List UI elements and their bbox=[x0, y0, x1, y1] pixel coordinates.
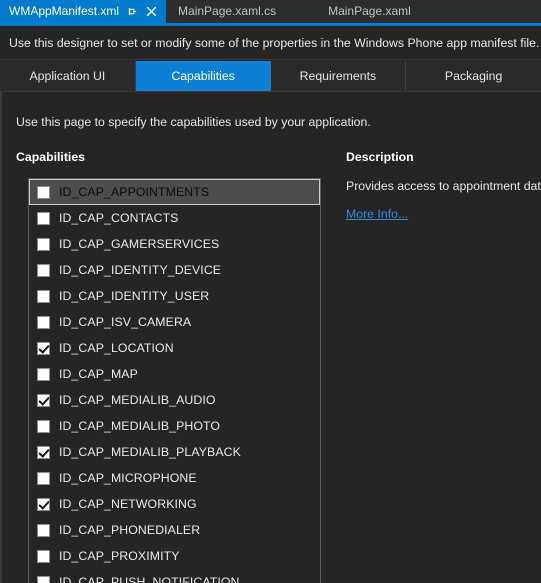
capability-checkbox[interactable] bbox=[37, 419, 50, 433]
capability-checkbox[interactable] bbox=[37, 367, 50, 381]
capability-label: ID_CAP_ISV_CAMERA bbox=[59, 315, 192, 329]
capability-checkbox[interactable] bbox=[37, 497, 50, 511]
capability-label: ID_CAP_MAP bbox=[59, 367, 138, 381]
capability-row[interactable]: ID_CAP_PUSH_NOTIFICATION bbox=[29, 569, 320, 583]
capability-row[interactable]: ID_CAP_MAP bbox=[29, 361, 320, 387]
capability-row[interactable]: ID_CAP_MEDIALIB_PHOTO bbox=[29, 413, 320, 439]
capability-label: ID_CAP_LOCATION bbox=[59, 341, 174, 355]
pin-icon[interactable] bbox=[126, 5, 139, 18]
designer-banner: Use this designer to set or modify some … bbox=[0, 26, 541, 59]
capability-row[interactable]: ID_CAP_MEDIALIB_PLAYBACK bbox=[29, 439, 320, 465]
capability-checkbox[interactable] bbox=[37, 211, 50, 225]
document-tab-wmappmanifest[interactable]: WMAppManifest.xml bbox=[0, 0, 167, 23]
tab-label: Application UI bbox=[29, 69, 106, 83]
capability-checkbox[interactable] bbox=[37, 471, 50, 485]
capability-checkbox[interactable] bbox=[37, 315, 50, 329]
document-tab-mainpage-xaml[interactable]: MainPage.xaml bbox=[316, 0, 419, 23]
capability-checkbox[interactable] bbox=[37, 393, 50, 407]
capability-row[interactable]: ID_CAP_APPOINTMENTS bbox=[29, 179, 320, 205]
banner-separator bbox=[0, 59, 541, 60]
capabilities-section-title: Capabilities bbox=[16, 150, 86, 164]
tab-application-ui[interactable]: Application UI bbox=[0, 61, 136, 91]
tab-label: Packaging bbox=[444, 69, 503, 83]
capability-label: ID_CAP_MICROPHONE bbox=[59, 471, 197, 485]
tab-requirements[interactable]: Requirements bbox=[271, 61, 407, 91]
description-section-title: Description bbox=[346, 150, 414, 164]
capability-label: ID_CAP_PUSH_NOTIFICATION bbox=[59, 575, 240, 583]
capability-label: ID_CAP_CONTACTS bbox=[59, 211, 179, 225]
capability-row[interactable]: ID_CAP_CONTACTS bbox=[29, 205, 320, 231]
capability-label: ID_CAP_IDENTITY_DEVICE bbox=[59, 263, 222, 277]
description-text: Provides access to appointment data. bbox=[346, 179, 541, 193]
capability-row[interactable]: ID_CAP_ISV_CAMERA bbox=[29, 309, 320, 335]
capability-label: ID_CAP_GAMERSERVICES bbox=[59, 237, 220, 251]
document-tab-actions bbox=[126, 5, 158, 18]
capability-label: ID_CAP_MEDIALIB_PLAYBACK bbox=[59, 445, 241, 459]
capability-row[interactable]: ID_CAP_PROXIMITY bbox=[29, 543, 320, 569]
capabilities-page: Use this page to specify the capabilitie… bbox=[0, 92, 541, 583]
capability-row[interactable]: ID_CAP_MEDIALIB_AUDIO bbox=[29, 387, 320, 413]
capability-checkbox[interactable] bbox=[37, 341, 50, 355]
manifest-designer-window: WMAppManifest.xml MainPage.xaml.cs MainP… bbox=[0, 0, 541, 583]
capability-row[interactable]: ID_CAP_IDENTITY_DEVICE bbox=[29, 257, 320, 283]
capability-row[interactable]: ID_CAP_PHONEDIALER bbox=[29, 517, 320, 543]
capability-checkbox[interactable] bbox=[37, 185, 50, 199]
capability-checkbox[interactable] bbox=[37, 523, 50, 537]
capabilities-listbox[interactable]: ID_CAP_APPOINTMENTS ID_CAP_CONTACTS ID_CAP… bbox=[28, 178, 321, 583]
tab-capabilities[interactable]: Capabilities bbox=[135, 61, 271, 91]
designer-banner-text: Use this designer to set or modify some … bbox=[9, 35, 540, 50]
capability-checkbox[interactable] bbox=[37, 549, 50, 563]
tab-packaging[interactable]: Packaging bbox=[406, 61, 541, 91]
page-instruction-text: Use this page to specify the capabilitie… bbox=[16, 115, 371, 129]
capability-row[interactable]: ID_CAP_GAMERSERVICES bbox=[29, 231, 320, 257]
tab-label: Capabilities bbox=[171, 69, 235, 83]
document-tab-label: MainPage.xaml.cs bbox=[178, 4, 277, 18]
capability-label: ID_CAP_NETWORKING bbox=[59, 497, 197, 511]
close-icon[interactable] bbox=[145, 5, 158, 18]
capability-row[interactable]: ID_CAP_LOCATION bbox=[29, 335, 320, 361]
capability-label: ID_CAP_APPOINTMENTS bbox=[59, 185, 210, 199]
capability-label: ID_CAP_MEDIALIB_AUDIO bbox=[59, 393, 216, 407]
capability-label: ID_CAP_MEDIALIB_PHOTO bbox=[59, 419, 221, 433]
document-tab-label: MainPage.xaml bbox=[328, 4, 411, 18]
capability-label: ID_CAP_PROXIMITY bbox=[59, 549, 180, 563]
description-panel: Provides access to appointment data. Mor… bbox=[346, 178, 541, 223]
capability-checkbox[interactable] bbox=[37, 575, 50, 583]
capability-checkbox[interactable] bbox=[37, 445, 50, 459]
capability-row[interactable]: ID_CAP_MICROPHONE bbox=[29, 465, 320, 491]
capability-checkbox[interactable] bbox=[37, 237, 50, 251]
more-info-link[interactable]: More Info... bbox=[346, 207, 408, 221]
document-tab-strip: WMAppManifest.xml MainPage.xaml.cs MainP… bbox=[0, 0, 541, 23]
capability-row[interactable]: ID_CAP_IDENTITY_USER bbox=[29, 283, 320, 309]
capability-label: ID_CAP_PHONEDIALER bbox=[59, 523, 201, 537]
designer-tab-bar: Application UI Capabilities Requirements… bbox=[0, 61, 541, 91]
document-tab-mainpage-xaml-cs[interactable]: MainPage.xaml.cs bbox=[166, 0, 316, 23]
capability-row[interactable]: ID_CAP_NETWORKING bbox=[29, 491, 320, 517]
capability-checkbox[interactable] bbox=[37, 289, 50, 303]
document-tab-label: WMAppManifest.xml bbox=[9, 4, 120, 18]
capability-label: ID_CAP_IDENTITY_USER bbox=[59, 289, 210, 303]
capability-checkbox[interactable] bbox=[37, 263, 50, 277]
tab-label: Requirements bbox=[299, 69, 377, 83]
